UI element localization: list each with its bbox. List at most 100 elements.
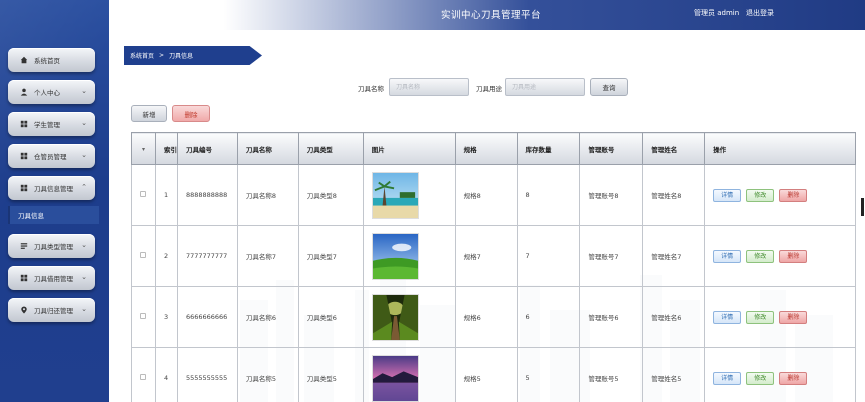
chevron-down-icon: ⌄ (81, 119, 87, 127)
delete-button[interactable]: 删除 (779, 310, 808, 324)
cell-index: 4 (154, 347, 178, 402)
breadcrumb-current: 刀具信息 (169, 53, 194, 60)
select-all-header[interactable]: ▾ (131, 132, 156, 165)
app-title: 实训中心刀具管理平台 (441, 10, 542, 21)
sidebar-item-home[interactable]: 系统首页 (8, 48, 95, 72)
add-button[interactable]: 新增 (131, 105, 167, 122)
sidebar-item-label: 刀具借用管理 (34, 275, 73, 283)
grid-icon (19, 274, 28, 283)
user-icon (19, 88, 28, 97)
cell-manager: 管理姓名8 (642, 164, 706, 226)
detail-button[interactable]: 详情 (713, 249, 742, 263)
cell-name: 刀具名称6 (236, 286, 299, 348)
sidebar-item-label: 刀具归还管理 (34, 307, 73, 315)
sidebar-item-label: 刀具类型管理 (34, 243, 73, 251)
sidebar-item-label: 刀具信息管理 (34, 185, 73, 193)
sidebar-item-profile[interactable]: 个人中心 ⌄ (8, 80, 95, 104)
tool-usage-search-input[interactable] (505, 78, 585, 96)
cell-stock: 5 (516, 347, 581, 402)
cell-stock: 8 (516, 164, 581, 226)
breadcrumb-separator: > (159, 52, 165, 59)
cell-name: 刀具名称8 (236, 164, 299, 226)
sidebar: 系统首页 个人中心 ⌄ 学生管理 ⌄ 仓管员管理 ⌄ 刀具信息管理 ⌃ 刀具信息 (0, 0, 109, 402)
row-checkbox[interactable] (140, 191, 147, 197)
cell-code: 6666666666 (176, 286, 238, 348)
cell-account: 管理账号6 (579, 286, 644, 348)
cell-stock: 6 (516, 286, 581, 348)
sidebar-item-students[interactable]: 学生管理 ⌄ (8, 112, 95, 136)
edit-button[interactable]: 修改 (746, 188, 775, 202)
row-checkbox[interactable] (140, 374, 147, 380)
row-checkbox[interactable] (140, 313, 147, 319)
cell-index: 3 (154, 286, 178, 348)
cell-type: 刀具类型5 (297, 347, 364, 402)
edit-button[interactable]: 修改 (746, 310, 775, 324)
cell-code: 5555555555 (176, 347, 238, 402)
cell-image (362, 225, 456, 287)
sunset-lake-photo-thumbnail (371, 354, 419, 402)
current-user: 管理员 admin (694, 9, 740, 17)
cell-actions: 详情 修改 删除 (704, 286, 856, 348)
detail-button[interactable]: 详情 (713, 371, 742, 385)
beach-photo-thumbnail (371, 171, 419, 219)
home-icon (19, 56, 28, 65)
cell-spec: 规格5 (454, 347, 518, 402)
col-header-stock: 库存数量 (516, 132, 581, 165)
usage-search-label: 刀具用途 (476, 85, 502, 93)
delete-button[interactable]: 删除 (779, 249, 808, 263)
detail-button[interactable]: 详情 (713, 310, 742, 324)
name-search-label: 刀具名称 (358, 85, 384, 93)
cell-type: 刀具类型7 (297, 225, 364, 287)
cell-manager: 管理姓名7 (642, 225, 706, 287)
sidebar-item-warehouse-staff[interactable]: 仓管员管理 ⌄ (8, 144, 95, 168)
tool-name-search-input[interactable] (389, 78, 469, 96)
row-checkbox-cell[interactable] (131, 164, 156, 226)
cell-image (362, 347, 456, 402)
cell-actions: 详情 修改 删除 (704, 164, 856, 226)
chevron-down-icon: ⌄ (81, 241, 87, 249)
sidebar-subitem-tool-info[interactable]: 刀具信息 (8, 206, 99, 224)
cell-code: 7777777777 (176, 225, 238, 287)
sidebar-item-tool-return[interactable]: 刀具归还管理 ⌄ (8, 298, 95, 322)
detail-button[interactable]: 详情 (713, 188, 742, 202)
cell-manager: 管理姓名6 (642, 286, 706, 348)
sidebar-item-label: 个人中心 (34, 89, 60, 97)
delete-button[interactable]: 删除 (779, 371, 808, 385)
cell-index: 2 (154, 225, 178, 287)
sidebar-subitem-label: 刀具信息 (18, 212, 44, 220)
cell-manager: 管理姓名5 (642, 347, 706, 402)
delete-button[interactable]: 删除 (779, 188, 808, 202)
breadcrumb: 系统首页 > 刀具信息 (124, 46, 262, 65)
batch-delete-button[interactable]: 删除 (172, 105, 210, 122)
col-header-index: 索引 (154, 132, 178, 165)
cell-spec: 规格8 (454, 164, 518, 226)
logout-link[interactable]: 退出登录 (746, 8, 774, 18)
grid-icon (19, 184, 28, 193)
sidebar-item-tool-types[interactable]: 刀具类型管理 ⌄ (8, 234, 95, 258)
cell-type: 刀具类型8 (297, 164, 364, 226)
table-row: 4 5555555555 刀具名称5 刀具类型5 规格5 5 管理账号5 管理姓… (131, 347, 856, 402)
cell-actions: 详情 修改 删除 (704, 347, 856, 402)
edit-button[interactable]: 修改 (746, 249, 775, 263)
row-checkbox-cell[interactable] (131, 225, 156, 287)
col-header-manager: 管理姓名 (642, 132, 706, 165)
table-row: 2 7777777777 刀具名称7 刀具类型7 规格7 7 管理账号7 管理姓… (131, 225, 856, 287)
query-button[interactable]: 查询 (590, 78, 628, 96)
cell-name: 刀具名称7 (236, 225, 299, 287)
cell-account: 管理账号8 (579, 164, 644, 226)
col-header-actions: 操作 (704, 132, 856, 165)
scrollbar[interactable] (861, 198, 864, 216)
row-checkbox-cell[interactable] (131, 347, 156, 402)
breadcrumb-home[interactable]: 系统首页 (130, 51, 154, 60)
col-header-type: 刀具类型 (297, 132, 364, 165)
chevron-down-icon: ⌄ (81, 151, 87, 159)
edit-button[interactable]: 修改 (746, 371, 775, 385)
row-checkbox-cell[interactable] (131, 286, 156, 348)
sidebar-item-tool-info[interactable]: 刀具信息管理 ⌃ (8, 176, 95, 200)
row-checkbox[interactable] (140, 252, 147, 258)
cell-image (362, 164, 456, 226)
cell-account: 管理账号7 (579, 225, 644, 287)
sidebar-item-label: 学生管理 (34, 121, 60, 129)
sidebar-item-tool-borrow[interactable]: 刀具借用管理 ⌄ (8, 266, 95, 290)
tool-table: ▾ 索引 刀具编号 刀具名称 刀具类型 图片 规格 库存数量 管理账号 管理姓名… (131, 132, 856, 402)
